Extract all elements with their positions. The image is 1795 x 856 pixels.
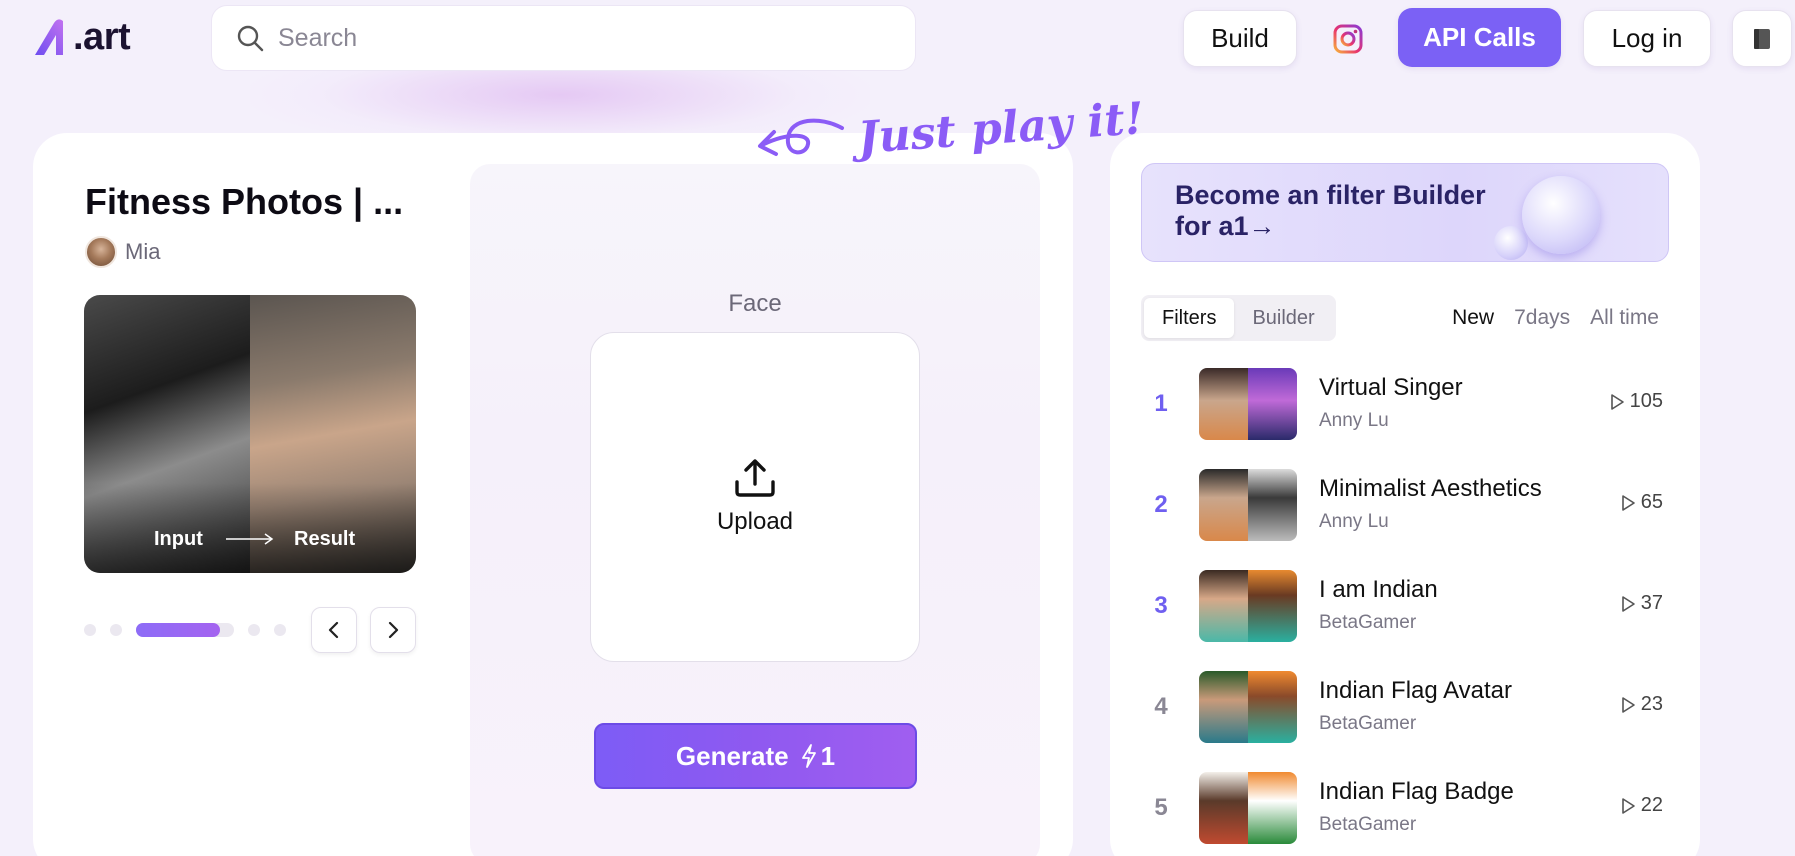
- play-count: 105: [1608, 390, 1663, 413]
- play-icon: [1610, 393, 1624, 410]
- generate-button[interactable]: Generate 1: [594, 723, 917, 789]
- input-label: Input: [154, 528, 203, 550]
- filter-name: Virtual Singer: [1319, 374, 1463, 401]
- carousel-dot[interactable]: [110, 624, 122, 636]
- carousel-dot[interactable]: [274, 624, 286, 636]
- filter-thumbnail: [1199, 671, 1297, 743]
- play-icon: [1621, 797, 1635, 814]
- upload-label: Upload: [716, 508, 794, 535]
- generate-cost-value: 1: [820, 740, 836, 771]
- filter-creator: Anny Lu: [1319, 511, 1389, 532]
- search-icon: [237, 25, 264, 52]
- play-count-value: 65: [1640, 491, 1663, 513]
- build-button[interactable]: Build: [1183, 10, 1297, 67]
- upload-dropzone[interactable]: Upload: [590, 332, 920, 662]
- period-all-time[interactable]: All time: [1590, 306, 1659, 330]
- play-count-value: 105: [1629, 390, 1663, 412]
- play-icon: [1621, 494, 1635, 511]
- filter-creator: BetaGamer: [1319, 814, 1417, 835]
- play-count-value: 37: [1640, 592, 1663, 614]
- rank: 4: [1154, 693, 1168, 720]
- tab-builder[interactable]: Builder: [1234, 298, 1332, 338]
- rank: 3: [1154, 592, 1168, 619]
- leaderboard-tabs: Filters Builder: [1141, 295, 1336, 341]
- rank: 2: [1154, 491, 1168, 518]
- menu-button[interactable]: [1732, 10, 1792, 67]
- play-count: 37: [1619, 592, 1663, 615]
- builder-banner[interactable]: Become an filter Builder for a1→: [1141, 163, 1669, 262]
- instagram-icon: [1333, 24, 1362, 53]
- prev-button[interactable]: [311, 607, 357, 653]
- list-item[interactable]: 5 Indian Flag Badge BetaGamer 22: [1141, 766, 1669, 856]
- filter-name: Indian Flag Badge: [1319, 778, 1514, 805]
- play-count: 23: [1619, 693, 1663, 716]
- play-count-value: 23: [1640, 693, 1663, 715]
- login-button[interactable]: Log in: [1583, 10, 1711, 67]
- lightning-icon: [801, 744, 816, 768]
- play-icon: [1621, 696, 1635, 713]
- filter-thumbnail: [1199, 772, 1297, 844]
- logo[interactable]: .art: [32, 12, 131, 62]
- next-button[interactable]: [370, 607, 416, 653]
- play-count-value: 22: [1640, 794, 1663, 816]
- face-label: Face: [728, 290, 782, 317]
- play-icon: [1621, 595, 1635, 612]
- filter-thumbnail: [1199, 469, 1297, 541]
- filter-name: Minimalist Aesthetics: [1319, 475, 1542, 502]
- carousel-dots: [84, 623, 286, 637]
- period-filter: New 7days All time: [1452, 306, 1659, 330]
- chevron-left-icon: [328, 621, 339, 639]
- carousel-dot[interactable]: [248, 624, 260, 636]
- rank: 1: [1154, 390, 1168, 417]
- filter-title: Fitness Photos | ...: [85, 181, 404, 222]
- list-item[interactable]: 1 Virtual Singer Anny Lu 105: [1141, 362, 1669, 463]
- avatar: [85, 236, 117, 268]
- author-name: Mia: [125, 239, 161, 264]
- filter-creator: BetaGamer: [1319, 612, 1417, 633]
- curved-arrow-icon: [758, 118, 844, 156]
- result-label: Result: [294, 528, 356, 550]
- filter-author[interactable]: Mia: [85, 236, 160, 268]
- carousel-dot[interactable]: [84, 624, 96, 636]
- play-count: 65: [1619, 491, 1663, 514]
- period-new[interactable]: New: [1452, 306, 1494, 330]
- filter-creator: Anny Lu: [1319, 410, 1389, 431]
- arrow-right-icon: [226, 533, 274, 545]
- period-7days[interactable]: 7days: [1514, 306, 1570, 330]
- search-bar[interactable]: [211, 5, 916, 71]
- banner-text: Become an filter Builder for a1→: [1175, 180, 1486, 242]
- coin-icon: [1522, 176, 1600, 254]
- filter-thumbnail: [1199, 570, 1297, 642]
- list-item[interactable]: 4 Indian Flag Avatar BetaGamer 23: [1141, 665, 1669, 766]
- filter-creator: BetaGamer: [1319, 713, 1417, 734]
- hint-text: Just play it!: [856, 92, 1146, 164]
- banner-line-2: for a1→: [1175, 211, 1276, 241]
- api-calls-button[interactable]: API Calls: [1398, 8, 1561, 67]
- chevron-right-icon: [388, 621, 399, 639]
- logo-text: .art: [73, 15, 131, 58]
- generate-cost: 1: [801, 741, 835, 772]
- leaderboard-list: 1 Virtual Singer Anny Lu 105 2 Minimalis…: [1141, 362, 1669, 856]
- filter-name: Indian Flag Avatar: [1319, 677, 1513, 704]
- list-item[interactable]: 3 I am Indian BetaGamer 37: [1141, 564, 1669, 665]
- filter-thumbnail: [1199, 368, 1297, 440]
- search-input[interactable]: [278, 23, 878, 53]
- book-icon: [1754, 28, 1770, 49]
- filter-name: I am Indian: [1319, 576, 1438, 603]
- rank: 5: [1154, 794, 1168, 821]
- upload-icon: [735, 459, 775, 497]
- list-item[interactable]: 2 Minimalist Aesthetics Anny Lu 65: [1141, 463, 1669, 564]
- tab-filters[interactable]: Filters: [1144, 298, 1235, 338]
- hint: Just play it!: [750, 93, 1146, 166]
- banner-line-1: Become an filter Builder: [1175, 180, 1486, 210]
- carousel-dot-active[interactable]: [136, 623, 234, 637]
- coin-icon: [1494, 226, 1528, 260]
- instagram-button[interactable]: [1320, 10, 1375, 67]
- preview-image: Input Result: [84, 295, 416, 573]
- logo-icon: [35, 19, 63, 55]
- generate-label: Generate: [675, 740, 789, 771]
- play-count: 22: [1619, 794, 1663, 817]
